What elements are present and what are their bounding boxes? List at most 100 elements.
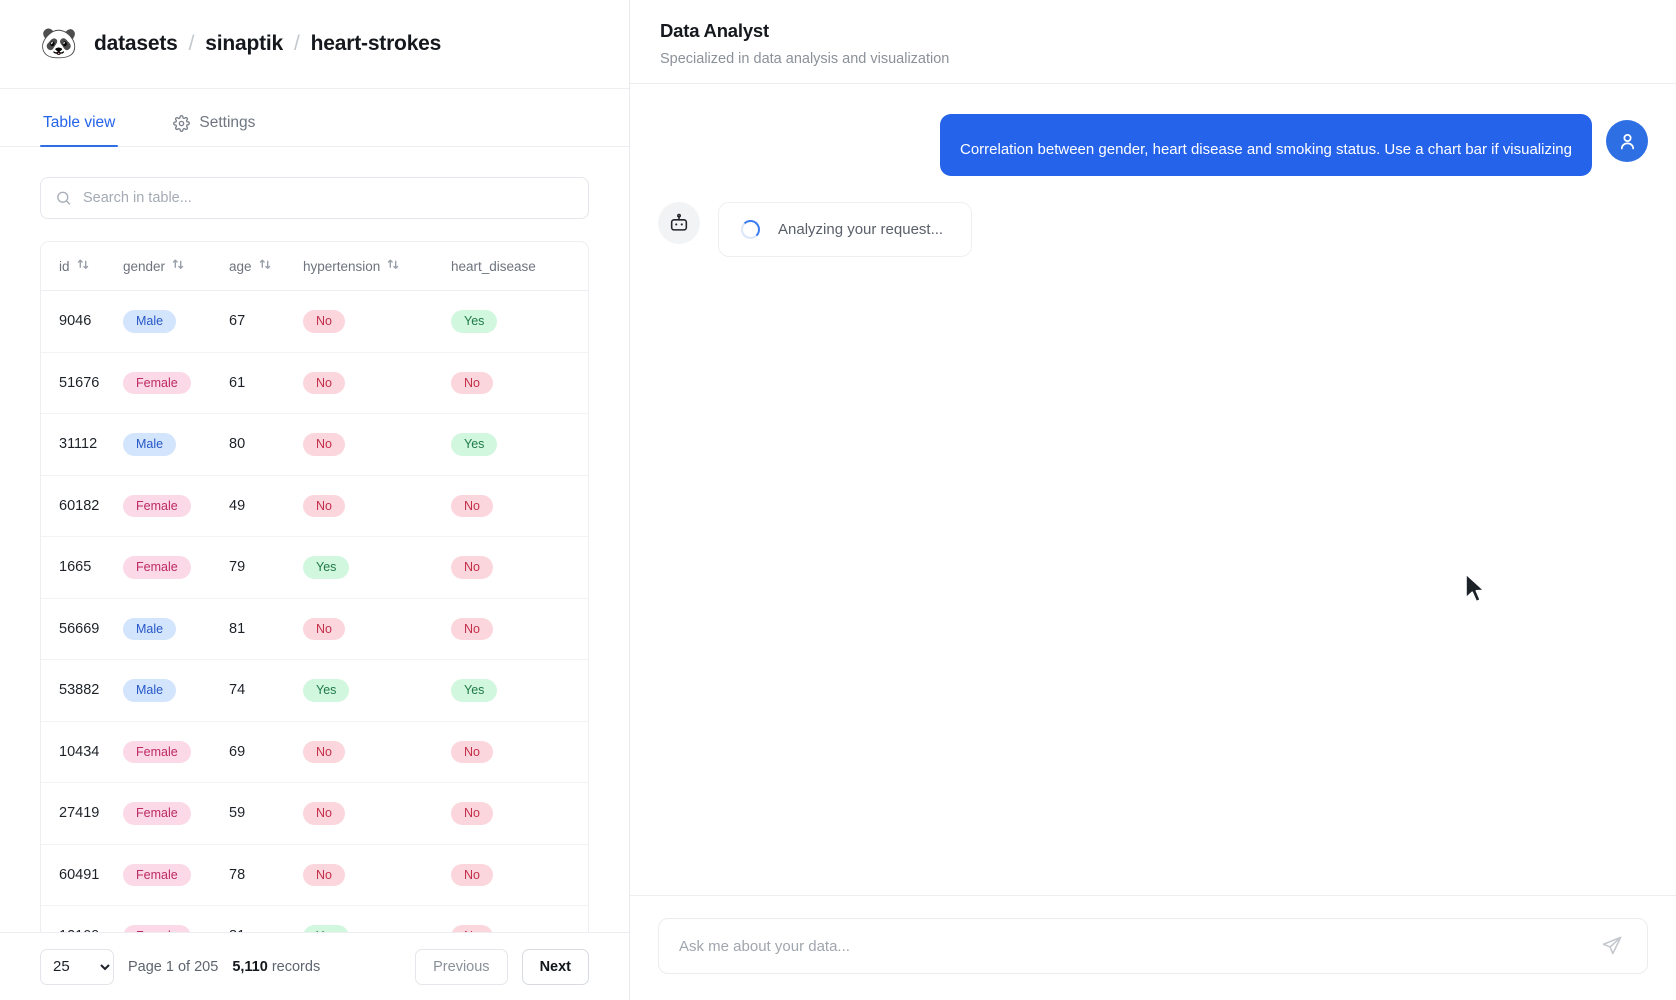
page-size-select[interactable]: 102550100 <box>40 948 114 985</box>
cell-age: 80 <box>229 413 303 476</box>
records-word: records <box>271 958 321 975</box>
tab-table-view[interactable]: Table view <box>40 114 119 147</box>
column-header-id[interactable]: id <box>41 242 123 291</box>
status-badge: Female <box>123 556 191 579</box>
pagination-bar: 102550100 Page 1 of 205 5,110 records Pr… <box>0 932 629 1000</box>
status-badge: Male <box>123 310 177 333</box>
chat-message-user: Correlation between gender, heart diseas… <box>658 114 1648 176</box>
breadcrumb-item-heart-strokes[interactable]: heart-strokes <box>311 32 442 56</box>
cell-hypertension: No <box>303 721 451 783</box>
table-row[interactable]: 27419 Female 59 No No <box>41 782 588 845</box>
column-header-hypertension[interactable]: hypertension <box>303 242 451 291</box>
column-header-age[interactable]: age <box>229 242 303 291</box>
brand-bar: 🐼 datasets / sinaptik / heart-strokes <box>0 0 629 89</box>
sort-updown-icon[interactable] <box>387 258 399 274</box>
cell-gender: Female <box>123 536 229 599</box>
panda-icon: 🐼 <box>40 27 78 60</box>
cell-id: 1665 <box>41 536 123 599</box>
cell-id: 10434 <box>41 721 123 783</box>
chat-message-assistant: Analyzing your request... <box>658 201 1648 257</box>
cell-gender: Female <box>123 905 229 932</box>
breadcrumb-item-datasets[interactable]: datasets <box>94 32 178 56</box>
cell-gender: Female <box>123 721 229 783</box>
table-row[interactable]: 1665 Female 79 Yes No <box>41 536 588 599</box>
cell-id: 9046 <box>41 290 123 353</box>
table-row[interactable]: 56669 Male 81 No No <box>41 598 588 660</box>
status-badge: Female <box>123 802 191 825</box>
status-badge: No <box>451 556 493 579</box>
table-row[interactable]: 9046 Male 67 No Yes <box>41 290 588 353</box>
cell-hypertension: No <box>303 352 451 414</box>
chat-panel: Data Analyst Specialized in data analysi… <box>630 0 1676 1000</box>
dataset-panel: 🐼 datasets / sinaptik / heart-strokes Ta… <box>0 0 630 1000</box>
status-badge: No <box>451 925 493 932</box>
cell-id: 27419 <box>41 782 123 845</box>
cell-hypertension: No <box>303 290 451 353</box>
column-label: heart_disease <box>451 258 536 274</box>
previous-page-button[interactable]: Previous <box>415 948 508 985</box>
records-number: 5,110 <box>232 958 268 975</box>
status-badge: Yes <box>303 556 350 579</box>
status-badge: No <box>303 371 345 394</box>
cell-hypertension: Yes <box>303 536 451 599</box>
status-badge: No <box>303 433 345 456</box>
cell-gender: Female <box>123 475 229 537</box>
status-badge: Female <box>123 925 191 932</box>
column-header-heart-disease[interactable]: heart_disease <box>451 242 588 291</box>
cell-heart-disease: No <box>451 782 588 845</box>
table-row[interactable]: 53882 Male 74 Yes Yes <box>41 659 588 722</box>
cell-hypertension: No <box>303 844 451 906</box>
status-badge: No <box>451 740 493 763</box>
next-page-button[interactable]: Next <box>521 948 589 985</box>
send-paper-plane-icon[interactable] <box>1597 931 1627 961</box>
cell-gender: Female <box>123 782 229 845</box>
sort-updown-icon[interactable] <box>172 258 184 274</box>
chat-input[interactable] <box>679 937 1597 955</box>
cell-heart-disease: No <box>451 844 588 906</box>
chat-input-container[interactable] <box>658 918 1648 974</box>
status-badge: No <box>303 494 345 517</box>
table-area: id <box>0 147 629 932</box>
sort-updown-icon[interactable] <box>259 258 271 274</box>
table-row[interactable]: 60491 Female 78 No No <box>41 844 588 906</box>
cell-heart-disease: No <box>451 536 588 599</box>
status-badge: Male <box>123 679 177 702</box>
breadcrumb-item-sinaptik[interactable]: sinaptik <box>205 32 283 56</box>
cell-id: 60491 <box>41 844 123 906</box>
cell-hypertension: Yes <box>303 659 451 722</box>
user-message-meta <box>960 127 1572 138</box>
records-count-label: 5,110 records <box>232 959 320 975</box>
cell-id: 60182 <box>41 475 123 537</box>
table-row[interactable]: 60182 Female 49 No No <box>41 475 588 537</box>
cell-gender: Male <box>123 290 229 353</box>
data-table-container: id gender age hypertension heart_disease… <box>40 241 589 932</box>
sort-updown-icon[interactable] <box>77 258 89 274</box>
status-badge: No <box>303 617 345 640</box>
cell-age: 79 <box>229 536 303 599</box>
table-row[interactable]: 51676 Female 61 No No <box>41 352 588 414</box>
cell-age: 81 <box>229 598 303 660</box>
status-badge: Yes <box>451 310 498 333</box>
cell-heart-disease: No <box>451 352 588 414</box>
user-message-bubble: Correlation between gender, heart diseas… <box>939 114 1592 176</box>
cell-age: 61 <box>229 352 303 414</box>
user-icon[interactable] <box>1606 120 1648 162</box>
status-badge: No <box>303 740 345 763</box>
cell-id: 12109 <box>41 905 123 932</box>
status-badge: No <box>451 494 493 517</box>
column-header-gender[interactable]: gender <box>123 242 229 291</box>
tab-settings[interactable]: Settings <box>170 114 258 146</box>
app-root: 🐼 datasets / sinaptik / heart-strokes Ta… <box>0 0 1676 1000</box>
table-row[interactable]: 31112 Male 80 No Yes <box>41 413 588 476</box>
cell-age: 74 <box>229 659 303 722</box>
search-input[interactable] <box>40 177 589 219</box>
cell-hypertension: No <box>303 413 451 476</box>
cell-age: 78 <box>229 844 303 906</box>
table-row[interactable]: 10434 Female 69 No No <box>41 721 588 783</box>
table-row[interactable]: 12109Female 81Yes No <box>41 905 588 932</box>
tab-label: Table view <box>43 114 116 131</box>
table-header: id gender age hypertension heart_disease <box>41 242 588 291</box>
status-badge: Male <box>123 617 177 640</box>
status-badge: Female <box>123 863 191 886</box>
cell-heart-disease: Yes <box>451 413 588 476</box>
